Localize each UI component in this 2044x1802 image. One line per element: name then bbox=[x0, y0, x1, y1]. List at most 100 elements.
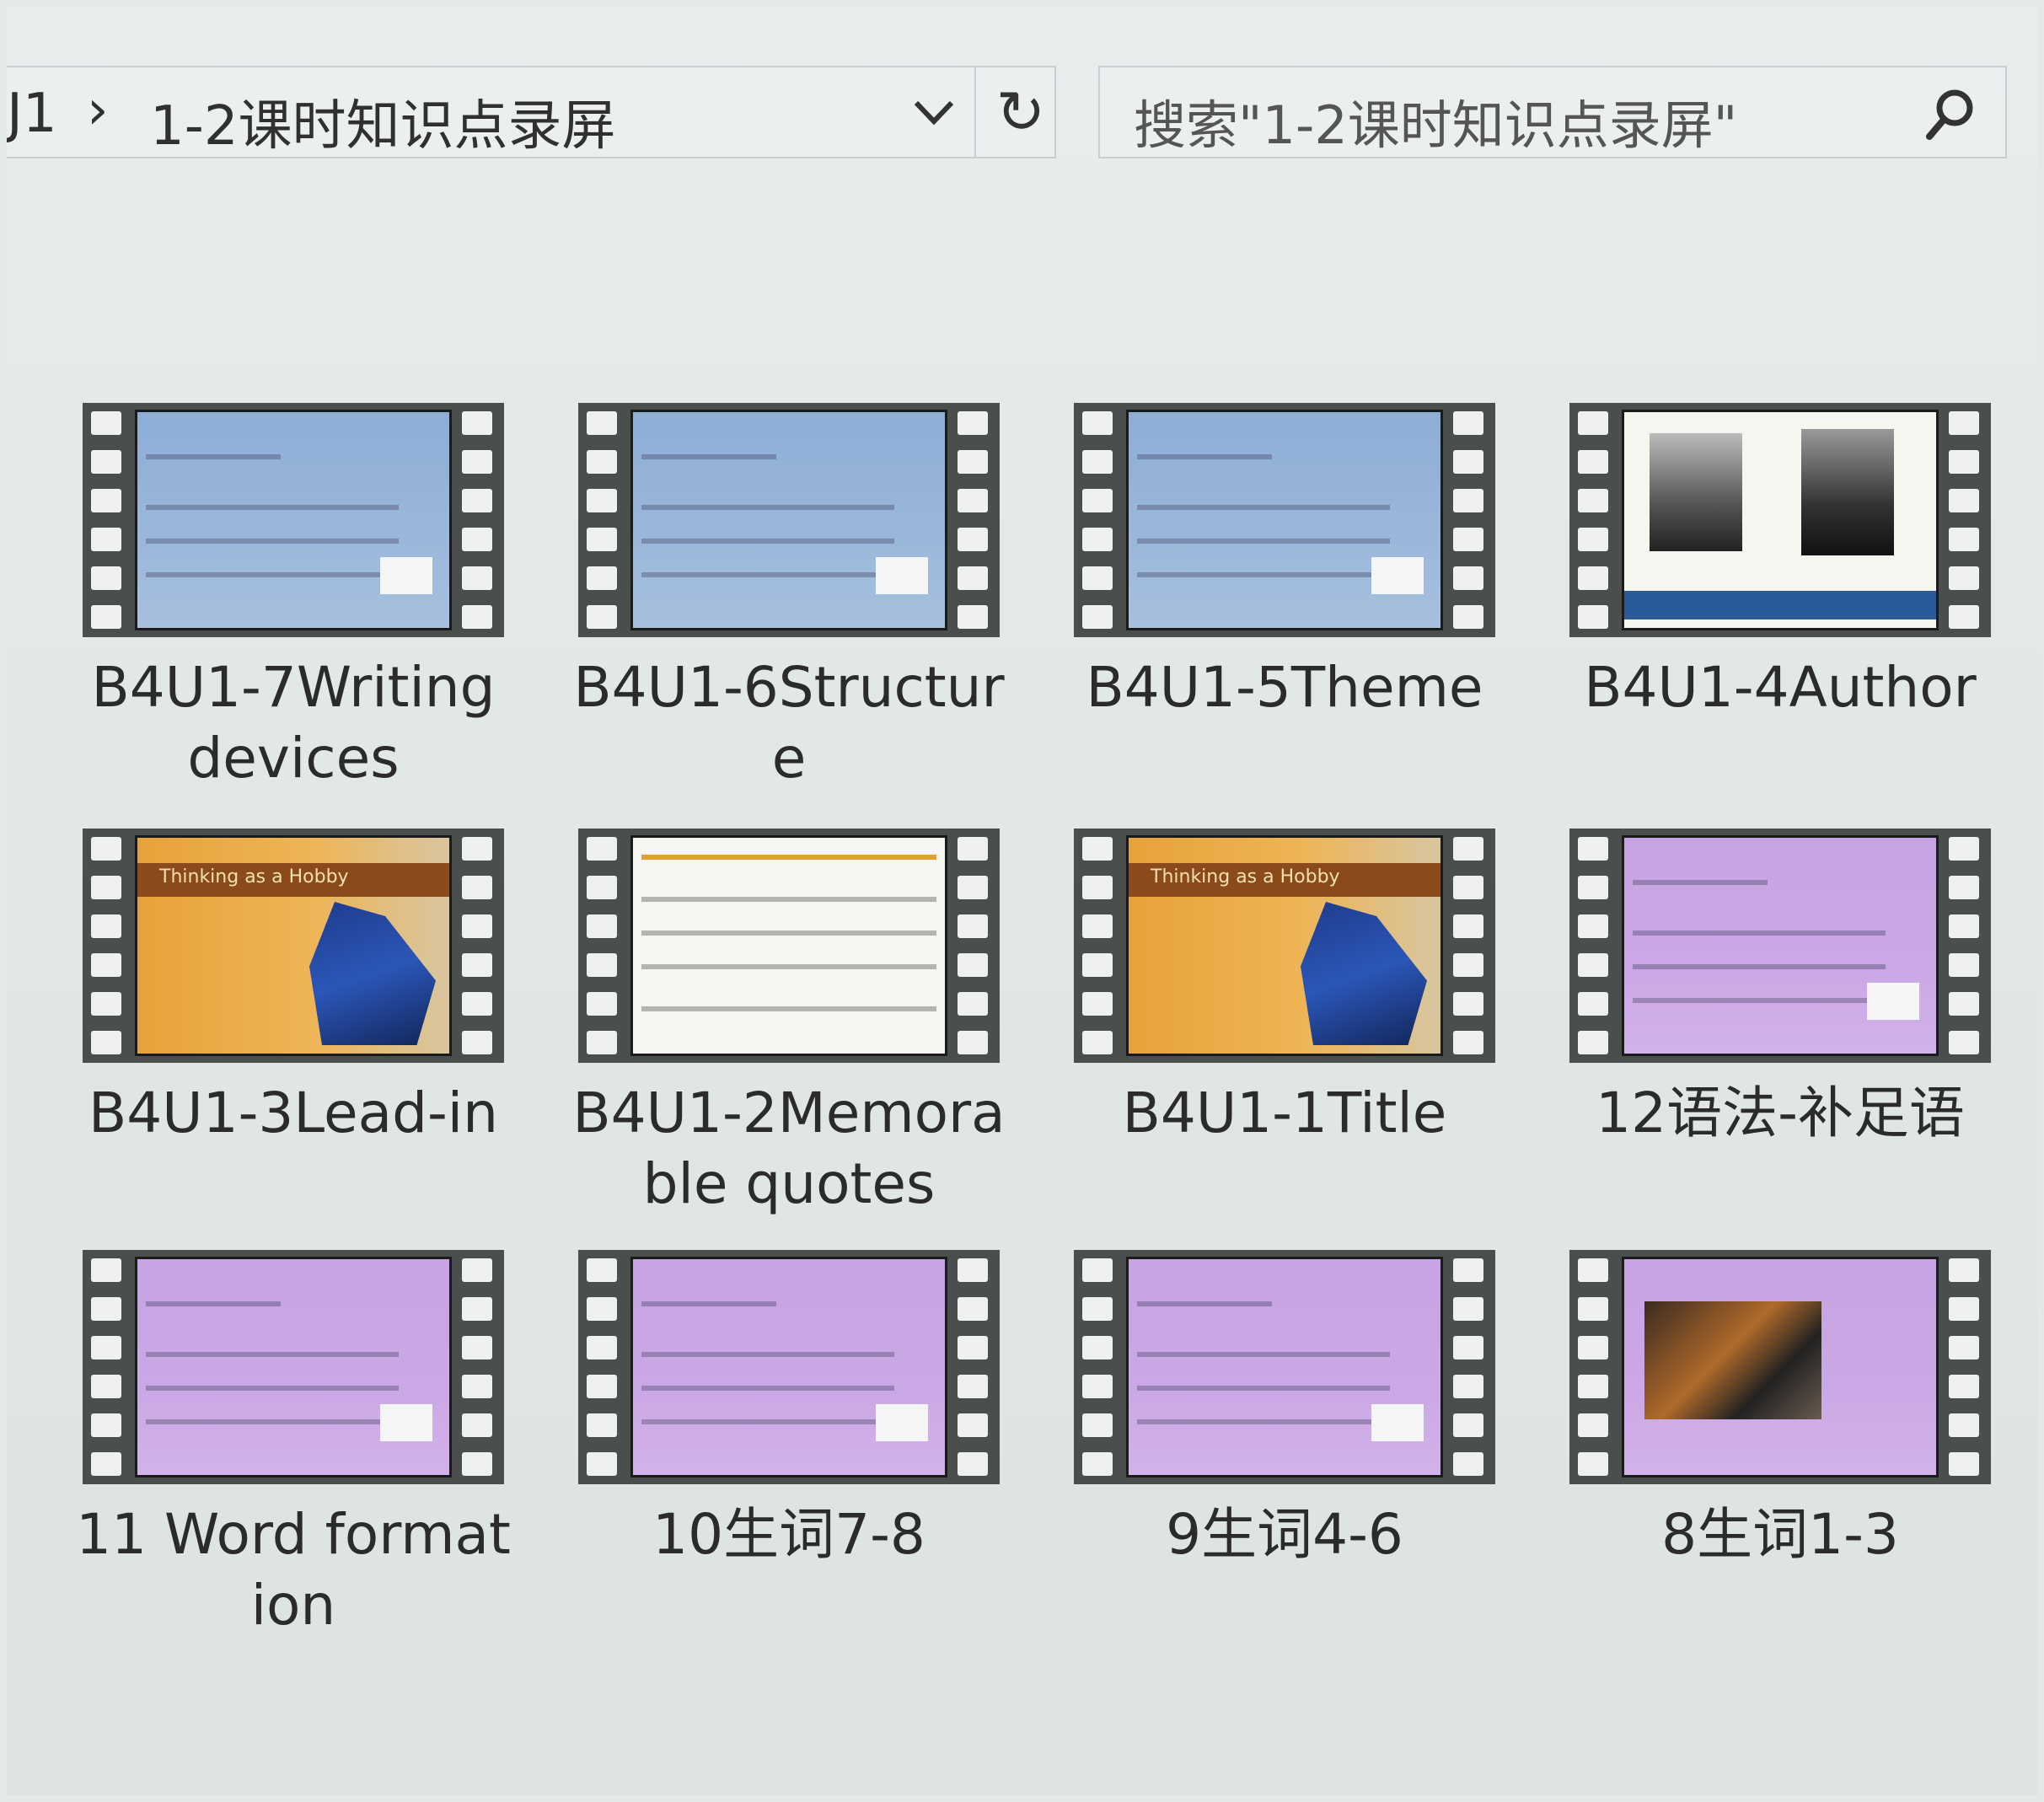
slide-text-line bbox=[1137, 539, 1390, 544]
file-name[interactable]: B4U1-1Title bbox=[1065, 1078, 1504, 1149]
file-item[interactable]: 12语法-补足语 bbox=[1561, 829, 1999, 1149]
film-hole bbox=[1082, 450, 1113, 474]
film-hole bbox=[462, 914, 492, 938]
film-perforations bbox=[91, 411, 125, 629]
film-hole bbox=[587, 876, 617, 899]
thumbnail-slide bbox=[1126, 410, 1443, 630]
video-thumbnail[interactable] bbox=[1569, 1250, 1991, 1484]
film-perforations bbox=[462, 837, 496, 1054]
file-item[interactable]: 9生词4-6 bbox=[1065, 1250, 1504, 1570]
file-item[interactable]: 8生词1-3 bbox=[1561, 1250, 1999, 1570]
file-item[interactable]: B4U1-5Theme bbox=[1065, 403, 1504, 723]
file-name[interactable]: B4U1-7Writing devices bbox=[74, 652, 512, 794]
film-hole bbox=[958, 1413, 988, 1437]
file-name[interactable]: 9生词4-6 bbox=[1065, 1499, 1504, 1570]
film-hole bbox=[462, 953, 492, 977]
file-item[interactable]: B4U1-7Writing devices bbox=[74, 403, 512, 794]
slide-text-line bbox=[641, 505, 894, 510]
video-thumbnail[interactable] bbox=[578, 1250, 1000, 1484]
film-hole bbox=[587, 992, 617, 1016]
thumbnail-slide bbox=[630, 1257, 947, 1478]
video-thumbnail[interactable] bbox=[1569, 829, 1991, 1063]
film-hole bbox=[958, 450, 988, 474]
slide-text-line bbox=[1633, 930, 1886, 936]
film-hole bbox=[1949, 1031, 1979, 1054]
film-hole bbox=[1082, 953, 1113, 977]
film-hole bbox=[91, 450, 121, 474]
film-hole bbox=[958, 528, 988, 551]
video-thumbnail[interactable] bbox=[1074, 403, 1495, 637]
film-hole bbox=[587, 605, 617, 629]
video-thumbnail[interactable] bbox=[83, 1250, 504, 1484]
film-hole bbox=[462, 1452, 492, 1476]
film-hole bbox=[1578, 489, 1608, 512]
film-hole bbox=[1949, 953, 1979, 977]
slide-text-line bbox=[146, 454, 281, 459]
file-name[interactable]: B4U1-5Theme bbox=[1065, 652, 1504, 723]
film-hole bbox=[462, 1297, 492, 1321]
slide-text-line bbox=[641, 1006, 936, 1011]
video-thumbnail[interactable]: Thinking as a Hobby bbox=[83, 829, 504, 1063]
file-name[interactable]: B4U1-3Lead-in bbox=[74, 1078, 512, 1149]
film-hole bbox=[587, 1297, 617, 1321]
film-hole bbox=[1453, 1258, 1483, 1282]
film-hole bbox=[1578, 992, 1608, 1016]
film-perforations bbox=[462, 411, 496, 629]
film-hole bbox=[587, 489, 617, 512]
film-hole bbox=[91, 566, 121, 590]
video-thumbnail[interactable] bbox=[1074, 1250, 1495, 1484]
slide-text-line bbox=[146, 1386, 399, 1391]
film-hole bbox=[462, 1258, 492, 1282]
file-name[interactable]: B4U1-6Structure bbox=[570, 652, 1008, 794]
slide-text-line bbox=[146, 1419, 399, 1424]
film-perforations bbox=[1082, 837, 1116, 1054]
slide-text-line bbox=[641, 1301, 776, 1306]
slide-text-line bbox=[641, 930, 936, 936]
video-thumbnail[interactable]: Thinking as a Hobby bbox=[1074, 829, 1495, 1063]
film-hole bbox=[1082, 876, 1113, 899]
slide-text-line bbox=[1137, 454, 1272, 459]
film-hole bbox=[91, 1336, 121, 1360]
film-hole bbox=[1949, 1258, 1979, 1282]
file-name[interactable]: 10生词7-8 bbox=[570, 1499, 1008, 1570]
slide-text-line bbox=[146, 505, 399, 510]
film-hole bbox=[958, 1297, 988, 1321]
film-hole bbox=[462, 489, 492, 512]
film-hole bbox=[462, 992, 492, 1016]
film-perforations bbox=[958, 411, 991, 629]
slide-text-line bbox=[1137, 572, 1390, 577]
file-name[interactable]: 11 Word formation bbox=[74, 1499, 512, 1641]
film-hole bbox=[587, 566, 617, 590]
file-name[interactable]: B4U1-4Author bbox=[1561, 652, 1999, 723]
film-perforations bbox=[1578, 1258, 1612, 1476]
film-hole bbox=[462, 566, 492, 590]
film-hole bbox=[587, 1452, 617, 1476]
thumbnail-slide bbox=[1622, 1257, 1939, 1478]
file-item[interactable]: B4U1-6Structure bbox=[570, 403, 1008, 794]
file-item[interactable]: B4U1-2Memorable quotes bbox=[570, 829, 1008, 1220]
film-hole bbox=[1082, 489, 1113, 512]
film-hole bbox=[587, 1375, 617, 1398]
file-item[interactable]: Thinking as a Hobby B4U1-1Title bbox=[1065, 829, 1504, 1149]
file-item[interactable]: 10生词7-8 bbox=[570, 1250, 1008, 1570]
film-hole bbox=[462, 528, 492, 551]
file-name[interactable]: 12语法-补足语 bbox=[1561, 1078, 1999, 1149]
file-item[interactable]: 11 Word formation bbox=[74, 1250, 512, 1641]
video-thumbnail[interactable] bbox=[83, 403, 504, 637]
video-thumbnail[interactable] bbox=[578, 403, 1000, 637]
file-name[interactable]: 8生词1-3 bbox=[1561, 1499, 1999, 1570]
file-name[interactable]: B4U1-2Memorable quotes bbox=[570, 1078, 1008, 1220]
video-thumbnail[interactable] bbox=[1569, 403, 1991, 637]
film-perforations bbox=[1082, 411, 1116, 629]
film-hole bbox=[462, 1413, 492, 1437]
film-perforations bbox=[1949, 411, 1982, 629]
thumbnail-slide bbox=[1622, 410, 1939, 630]
video-thumbnail[interactable] bbox=[578, 829, 1000, 1063]
file-item[interactable]: B4U1-4Author bbox=[1561, 403, 1999, 723]
film-hole bbox=[91, 605, 121, 629]
thumbnail-slide bbox=[135, 410, 452, 630]
film-hole bbox=[1949, 1452, 1979, 1476]
film-hole bbox=[1578, 1031, 1608, 1054]
film-hole bbox=[1578, 605, 1608, 629]
file-item[interactable]: Thinking as a Hobby B4U1-3Lead-in bbox=[74, 829, 512, 1149]
